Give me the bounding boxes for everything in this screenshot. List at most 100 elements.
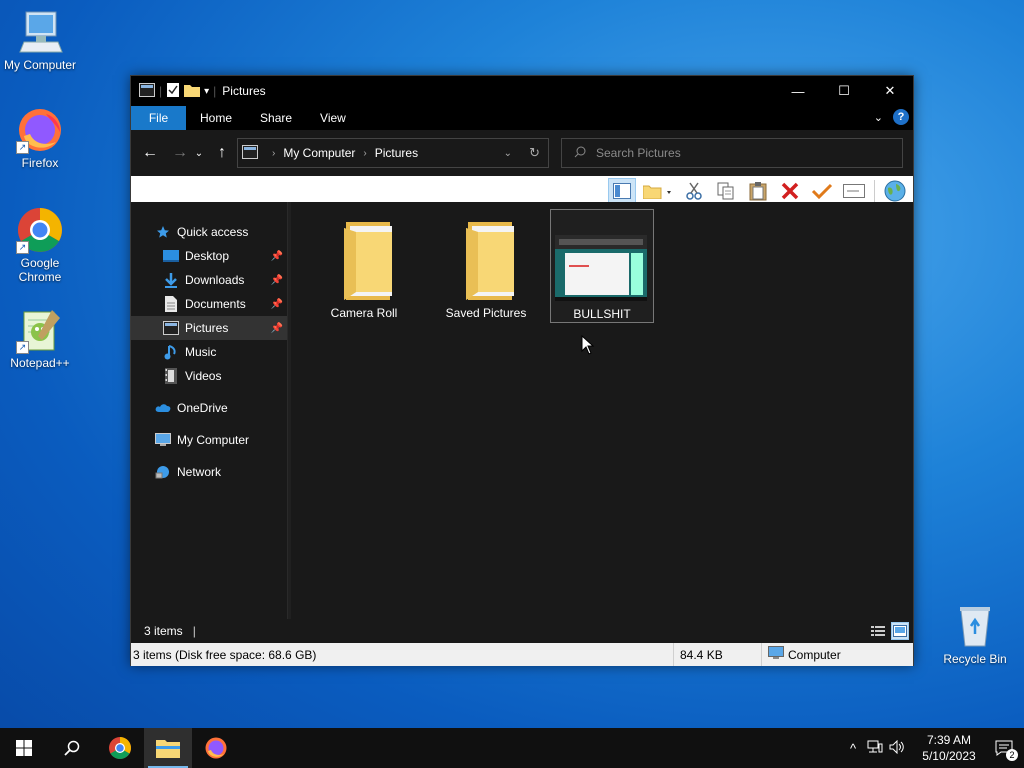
checkmark-icon[interactable] — [808, 178, 836, 204]
toolbar-separator — [874, 180, 875, 202]
up-button[interactable]: ↑ — [210, 141, 234, 165]
desktop-icon-firefox[interactable]: ↗ Firefox — [0, 106, 80, 170]
folder-item-camera-roll[interactable]: Camera Roll — [312, 209, 416, 323]
notepadpp-icon: ↗ — [16, 306, 64, 354]
computer-icon — [768, 646, 784, 663]
nav-desktop[interactable]: Desktop 📌 — [131, 244, 287, 268]
video-icon — [163, 368, 179, 384]
network-icon[interactable] — [864, 740, 886, 757]
nav-videos[interactable]: Videos — [131, 364, 287, 388]
customize-qa-icon[interactable]: ▾ — [204, 86, 209, 97]
forward-button[interactable]: → — [168, 141, 192, 165]
desktop-icon-my-computer[interactable]: My Computer — [0, 8, 80, 72]
chevron-up-icon[interactable]: ^ — [842, 741, 864, 756]
expand-ribbon-icon[interactable]: ⌄ — [874, 111, 883, 124]
window-title: Pictures — [222, 84, 266, 98]
window-icon[interactable] — [139, 82, 155, 100]
search-input[interactable]: Search Pictures — [561, 138, 903, 168]
recent-locations-button[interactable]: ⌄ — [192, 141, 206, 165]
tab-file[interactable]: File — [131, 106, 186, 130]
volume-icon[interactable] — [886, 739, 908, 757]
folder-item-saved-pictures[interactable]: Saved Pictures — [434, 209, 538, 323]
tab-view[interactable]: View — [306, 106, 360, 130]
rename-icon[interactable] — [840, 178, 868, 204]
title-bar[interactable]: | ▾ | Pictures — ☐ ✕ — [131, 76, 913, 106]
refresh-icon[interactable]: ↻ — [529, 145, 540, 161]
nav-my-computer[interactable]: My Computer — [131, 428, 287, 452]
help-icon[interactable]: ? — [893, 109, 909, 125]
explorer-window: | ▾ | Pictures — ☐ ✕ File Home Share Vie… — [130, 75, 914, 666]
item-label: Camera Roll — [330, 306, 398, 320]
copy-icon[interactable] — [712, 178, 740, 204]
star-icon — [155, 224, 171, 240]
breadcrumb-my-computer[interactable]: My Computer — [283, 146, 355, 160]
action-center-button[interactable]: 2 — [984, 728, 1024, 768]
cut-icon[interactable] — [680, 178, 708, 204]
address-bar[interactable]: › My Computer › Pictures ⌄ ↻ — [237, 138, 549, 168]
pin-icon[interactable]: 📌 — [271, 299, 283, 310]
computer-icon — [155, 432, 171, 448]
firefox-icon: ↗ — [16, 106, 64, 154]
nav-quick-access[interactable]: Quick access — [131, 220, 287, 244]
close-button[interactable]: ✕ — [867, 76, 913, 106]
pin-icon[interactable]: 📌 — [271, 275, 283, 286]
tab-home[interactable]: Home — [186, 106, 246, 130]
delete-icon[interactable] — [776, 178, 804, 204]
globe-icon[interactable] — [881, 178, 909, 204]
large-icons-view-button[interactable] — [891, 622, 909, 640]
desktop-icon-label: Google Chrome — [18, 256, 62, 284]
chevron-down-icon[interactable]: ⌄ — [504, 148, 512, 159]
pin-icon[interactable]: 📌 — [271, 251, 283, 262]
paste-icon[interactable] — [744, 178, 772, 204]
new-folder-button[interactable] — [640, 178, 676, 204]
desktop-icon-notepadpp[interactable]: ↗ Notepad++ — [0, 306, 80, 370]
details-view-button[interactable] — [869, 622, 887, 640]
selection-size: 84.4 KB — [674, 643, 762, 666]
start-button[interactable] — [0, 728, 48, 768]
breadcrumb-pictures[interactable]: Pictures — [375, 146, 418, 160]
item-label: BULLSHIT — [573, 307, 631, 321]
pin-icon[interactable]: 📌 — [271, 323, 283, 334]
disk-free-text: 3 items (Disk free space: 68.6 GB) — [131, 643, 674, 666]
file-list[interactable]: Camera Roll Saved Pictures BULLSHIT — [291, 202, 913, 619]
desktop-icon-chrome[interactable]: ↗ Google Chrome — [0, 206, 80, 284]
status-divider: | — [192, 624, 196, 638]
desktop-icon-label: Recycle Bin — [943, 652, 1007, 666]
nav-downloads[interactable]: Downloads 📌 — [131, 268, 287, 292]
nav-documents[interactable]: Documents 📌 — [131, 292, 287, 316]
taskbar-file-explorer[interactable] — [144, 728, 192, 768]
properties-icon[interactable] — [166, 82, 180, 101]
search-icon — [574, 146, 586, 161]
status-bar: 3 items | — [131, 619, 913, 643]
cloud-icon — [155, 400, 171, 416]
image-thumbnail — [555, 235, 647, 301]
chevron-right-icon[interactable]: › — [272, 148, 275, 159]
preview-pane-button[interactable] — [608, 178, 636, 204]
taskbar-chrome[interactable] — [96, 728, 144, 768]
nav-music[interactable]: Music — [131, 340, 287, 364]
nav-pictures[interactable]: Pictures 📌 — [131, 316, 287, 340]
chevron-right-icon[interactable]: › — [363, 148, 366, 159]
chrome-icon — [109, 737, 131, 759]
search-icon — [64, 740, 80, 756]
firefox-icon — [205, 737, 227, 759]
pictures-icon — [163, 320, 179, 336]
nav-label: Quick access — [177, 225, 249, 239]
minimize-button[interactable]: — — [775, 76, 821, 106]
computer-icon — [16, 8, 64, 56]
desktop-icon-recycle-bin[interactable]: Recycle Bin — [935, 602, 1015, 666]
navigation-pane: Quick access Desktop 📌 Downloads 📌 Docum… — [131, 202, 287, 619]
maximize-button[interactable]: ☐ — [821, 76, 867, 106]
quick-access-toolbar: | ▾ | — [131, 82, 216, 101]
search-button[interactable] — [48, 728, 96, 768]
back-button[interactable]: ← — [138, 141, 162, 165]
clock[interactable]: 7:39 AM 5/10/2023 — [914, 732, 984, 764]
new-folder-icon[interactable] — [184, 83, 201, 100]
taskbar-firefox[interactable] — [192, 728, 240, 768]
nav-onedrive[interactable]: OneDrive — [131, 396, 287, 420]
nav-network[interactable]: Network — [131, 460, 287, 484]
nav-label: Videos — [185, 369, 222, 383]
mouse-cursor-icon — [581, 335, 595, 355]
image-item-bullshit[interactable]: BULLSHIT — [550, 209, 654, 323]
tab-share[interactable]: Share — [246, 106, 306, 130]
